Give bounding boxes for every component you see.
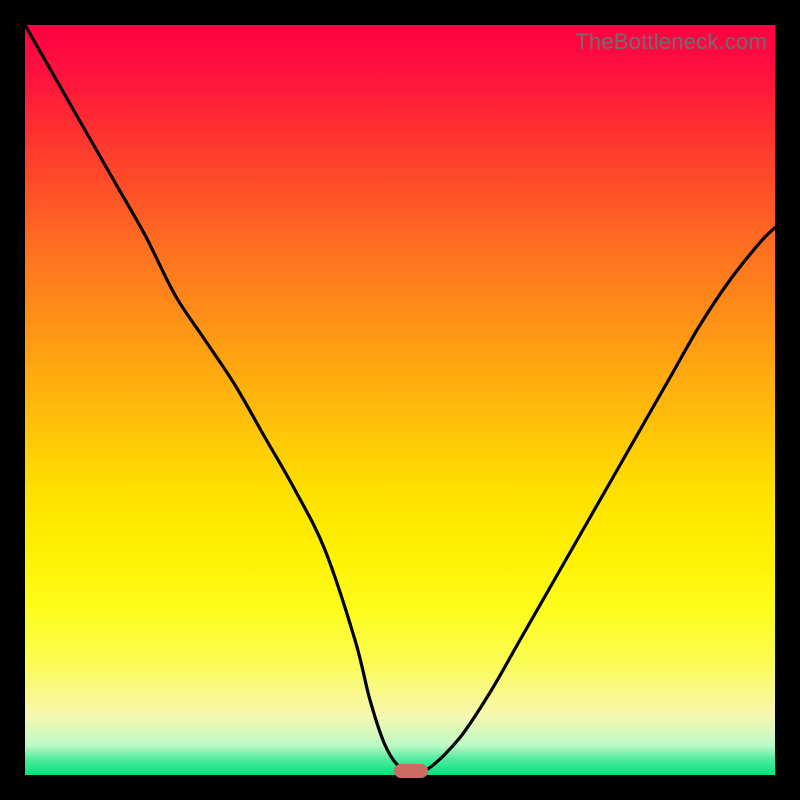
curve-path	[25, 25, 775, 772]
chart-frame: TheBottleneck.com	[0, 0, 800, 800]
plot-area: TheBottleneck.com	[25, 25, 775, 775]
watermark-text: TheBottleneck.com	[575, 29, 767, 55]
optimal-point-marker	[394, 764, 428, 778]
bottleneck-curve	[25, 25, 775, 775]
